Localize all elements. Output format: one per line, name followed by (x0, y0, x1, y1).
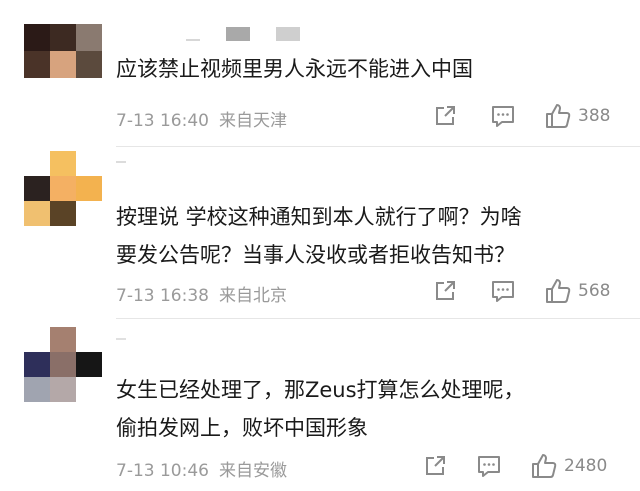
like-button[interactable]: 2480 (530, 451, 607, 481)
comment-actions: 2480 (422, 451, 612, 481)
avatar-pixel (50, 176, 76, 201)
comment-icon (492, 281, 514, 302)
avatar[interactable] (24, 327, 102, 405)
share-button[interactable] (432, 276, 458, 306)
comment-meta: 7-13 16:38 来自北京 (116, 281, 287, 306)
avatar-pixel (76, 377, 102, 402)
comment-time: 7-13 10:46 (116, 461, 209, 481)
avatar-pixel (24, 176, 50, 201)
comment-location: 来自天津 (218, 111, 287, 131)
comment-text-line: 要发公告呢？当事人没收或者拒收告知书？ (116, 243, 515, 267)
thumbs-up-icon (546, 279, 571, 303)
comment-meta: 7-13 10:46 来自安徽 (116, 456, 287, 481)
avatar-pixel (76, 327, 102, 352)
username-redacted[interactable] (116, 338, 126, 340)
comment-text: 按理说 学校这种通知到本人就行了啊？为啥 要发公告呢？当事人没收或者拒收告知书？ (116, 198, 616, 274)
comment-text: 应该禁止视频里男人永远不能进入中国 (116, 50, 616, 88)
avatar-pixel (24, 201, 50, 226)
comment-icon (492, 106, 514, 127)
comment-item: 应该禁止视频里男人永远不能进入中国 7-13 16:40 来自天津 388 (0, 0, 640, 150)
thumbs-up-icon (546, 104, 571, 128)
avatar-pixel (76, 151, 102, 176)
comment-item: 女生已经处理了，那Zeus打算怎么处理呢， 偷拍发网上，败坏中国形象 7-13 … (0, 319, 640, 491)
comment-location: 来自安徽 (218, 461, 287, 481)
avatar-pixel (24, 327, 50, 352)
username-redacted[interactable] (116, 161, 126, 163)
username-redacted[interactable] (186, 27, 300, 41)
avatar-pixel (76, 176, 102, 201)
avatar-pixel (76, 51, 102, 78)
avatar-pixel (50, 201, 76, 226)
comment-text-line: 按理说 学校这种通知到本人就行了啊？为啥 (116, 205, 522, 229)
avatar-pixel (50, 151, 76, 176)
like-button[interactable]: 388 (544, 101, 610, 131)
avatar-pixel (76, 352, 102, 377)
redaction-block (116, 161, 126, 163)
like-count: 388 (578, 106, 611, 126)
avatar-pixel (24, 377, 50, 402)
comment-text-line: 女生已经处理了，那Zeus打算怎么处理呢， (116, 378, 525, 402)
like-button[interactable]: 568 (544, 276, 610, 306)
avatar-pixel (76, 24, 102, 51)
comment-button[interactable] (476, 451, 502, 481)
comment-icon (478, 456, 500, 477)
avatar-pixel (76, 201, 102, 226)
avatar-pixel (24, 352, 50, 377)
avatar-pixel (50, 377, 76, 402)
avatar-pixel (50, 327, 76, 352)
comment-text: 女生已经处理了，那Zeus打算怎么处理呢， 偷拍发网上，败坏中国形象 (116, 371, 616, 447)
comment-actions: 388 (432, 101, 622, 131)
comment-actions: 568 (432, 276, 622, 306)
comment-button[interactable] (490, 101, 516, 131)
avatar-pixel (24, 51, 50, 78)
like-count: 2480 (564, 456, 608, 476)
comment-button[interactable] (490, 276, 516, 306)
share-button[interactable] (432, 101, 458, 131)
avatar-pixel (24, 151, 50, 176)
redaction-block (116, 338, 126, 340)
share-icon (426, 456, 445, 475)
comment-text-line: 偷拍发网上，败坏中国形象 (116, 416, 368, 440)
thumbs-up-icon (532, 454, 557, 478)
share-icon (436, 281, 455, 300)
redaction-block (186, 39, 200, 41)
avatar-pixel (50, 24, 76, 51)
comment-item: 按理说 学校这种通知到本人就行了啊？为啥 要发公告呢？当事人没收或者拒收告知书？… (0, 147, 640, 319)
avatar-pixel (50, 352, 76, 377)
like-count: 568 (578, 281, 611, 301)
avatar[interactable] (24, 151, 102, 229)
redaction-block (276, 27, 300, 41)
redaction-block (226, 27, 250, 41)
comment-time: 7-13 16:40 (116, 111, 209, 131)
comment-text-line: 应该禁止视频里男人永远不能进入中国 (116, 57, 473, 81)
comment-location: 来自北京 (218, 286, 287, 306)
avatar-pixel (50, 51, 76, 78)
share-icon (436, 106, 455, 125)
avatar-pixel (24, 24, 50, 51)
share-button[interactable] (422, 451, 448, 481)
avatar[interactable] (24, 24, 102, 78)
comment-time: 7-13 16:38 (116, 286, 209, 306)
comment-meta: 7-13 16:40 来自天津 (116, 106, 287, 131)
